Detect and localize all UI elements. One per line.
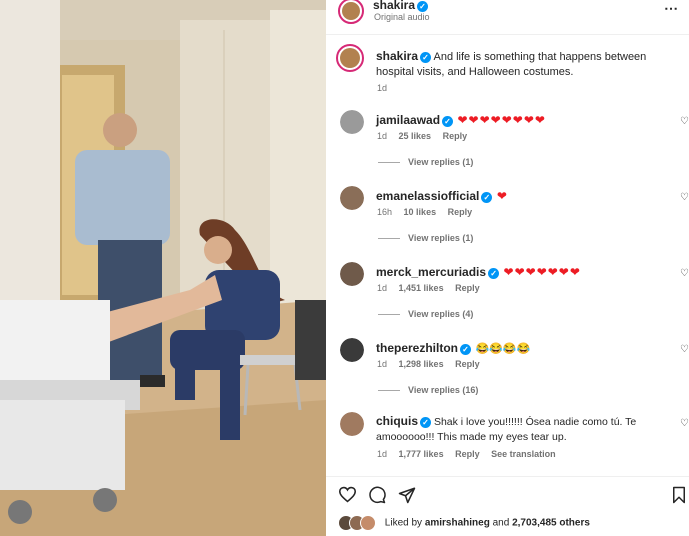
bookmark-icon[interactable] bbox=[672, 486, 686, 504]
caption: shakira ✓ And life is something that happ… bbox=[376, 49, 676, 80]
comment-body: emanelassiofficial ✓ ❤ bbox=[376, 187, 508, 205]
header-divider bbox=[326, 34, 689, 35]
comment-time: 1d bbox=[377, 359, 388, 369]
replies-line bbox=[378, 238, 400, 240]
liked-by-and: and bbox=[492, 517, 510, 529]
verified-badge-icon: ✓ bbox=[442, 116, 454, 127]
comment-likes[interactable]: 10 likes bbox=[404, 207, 437, 217]
comment-body: chiquis ✓ Shak i love you!!!!!! Ósea nadi… bbox=[376, 414, 676, 445]
verified-badge-icon: ✓ bbox=[420, 417, 432, 428]
caption-avatar[interactable] bbox=[336, 44, 364, 72]
view-replies-label[interactable]: View replies (16) bbox=[408, 385, 478, 395]
heart-outline-icon[interactable]: ♡ bbox=[680, 268, 689, 279]
liked-by-user[interactable]: amirshahineg bbox=[425, 518, 490, 529]
view-replies[interactable]: View replies (1) bbox=[378, 157, 473, 167]
liked-by: Liked by amirshahineg and 2,703,485 othe… bbox=[338, 515, 590, 531]
view-replies-label[interactable]: View replies (1) bbox=[408, 233, 473, 243]
replies-line bbox=[378, 162, 400, 164]
comment-body: merck_mercuriadis ✓ ❤❤❤❤❤❤❤ bbox=[376, 263, 581, 281]
comment-meta: 1d 1,298 likes Reply bbox=[377, 359, 489, 369]
comment-likes[interactable]: 1,451 likes bbox=[399, 283, 444, 293]
comment-text: 😂😂😂😂 bbox=[475, 343, 531, 355]
comment-likes[interactable]: 1,777 likes bbox=[399, 449, 444, 459]
ellipsis-icon[interactable]: ⋯ bbox=[664, 0, 678, 17]
paper-plane-icon[interactable] bbox=[398, 486, 416, 504]
reply-button[interactable]: Reply bbox=[455, 449, 480, 459]
comment-likes[interactable]: 1,298 likes bbox=[399, 359, 444, 369]
heart-outline-icon[interactable]: ♡ bbox=[680, 192, 689, 203]
liker-avatar[interactable] bbox=[360, 515, 376, 531]
liked-by-prefix: Liked by bbox=[384, 517, 423, 529]
verified-badge-icon: ✓ bbox=[417, 1, 429, 12]
heart-outline-icon[interactable]: ♡ bbox=[680, 344, 689, 355]
reply-button[interactable]: Reply bbox=[455, 283, 480, 293]
comment-username[interactable]: merck_mercuriadis bbox=[376, 265, 486, 279]
commenter-avatar[interactable] bbox=[340, 338, 364, 362]
comment-time: 1d bbox=[377, 449, 388, 459]
comment-username[interactable]: jamilaawad bbox=[376, 113, 440, 127]
comment-username[interactable]: theperezhilton bbox=[376, 341, 458, 355]
reply-button[interactable]: Reply bbox=[455, 359, 480, 369]
comment-meta: 1d 1,451 likes Reply bbox=[377, 283, 489, 293]
verified-badge-icon: ✓ bbox=[460, 344, 472, 355]
commenter-avatar[interactable] bbox=[340, 412, 364, 436]
view-replies[interactable]: View replies (16) bbox=[378, 385, 478, 395]
view-replies[interactable]: View replies (1) bbox=[378, 233, 473, 243]
comment-time: 16h bbox=[377, 207, 393, 217]
caption-username[interactable]: shakira bbox=[376, 49, 418, 63]
comment-text: ❤❤❤❤❤❤❤ bbox=[503, 265, 581, 279]
view-replies-label[interactable]: View replies (1) bbox=[408, 157, 473, 167]
commenter-avatar[interactable] bbox=[340, 186, 364, 210]
reply-button[interactable]: Reply bbox=[443, 131, 468, 141]
actions-divider bbox=[326, 476, 689, 477]
author-username[interactable]: shakira bbox=[373, 0, 415, 12]
audio-label[interactable]: Original audio bbox=[374, 12, 430, 22]
replies-line bbox=[378, 314, 400, 316]
comment-username[interactable]: chiquis bbox=[376, 414, 418, 428]
view-replies[interactable]: View replies (4) bbox=[378, 309, 473, 319]
verified-badge-icon: ✓ bbox=[488, 268, 500, 279]
heart-outline-icon[interactable] bbox=[338, 486, 357, 503]
comment-time: 1d bbox=[377, 283, 388, 293]
reply-button[interactable]: Reply bbox=[448, 207, 473, 217]
comment-likes[interactable]: 25 likes bbox=[399, 131, 432, 141]
verified-badge-icon: ✓ bbox=[481, 192, 493, 203]
heart-outline-icon[interactable]: ♡ bbox=[680, 418, 689, 429]
comment-bubble-icon[interactable] bbox=[368, 486, 386, 504]
comment-username[interactable]: emanelassiofficial bbox=[376, 189, 479, 203]
comment-body: theperezhilton ✓ 😂😂😂😂 bbox=[376, 339, 530, 357]
comment-text: ❤ bbox=[496, 189, 508, 203]
comment-meta: 16h 10 likes Reply bbox=[377, 207, 481, 217]
view-replies-label[interactable]: View replies (4) bbox=[408, 309, 473, 319]
comment-time: 1d bbox=[377, 131, 388, 141]
post-media[interactable] bbox=[0, 0, 326, 536]
comment-meta: 1d 1,777 likes Reply See translation bbox=[377, 449, 565, 459]
verified-badge-icon: ✓ bbox=[420, 52, 432, 63]
comment-body: jamilaawad ✓ ❤❤❤❤❤❤❤❤ bbox=[376, 111, 546, 129]
commenter-avatar[interactable] bbox=[340, 110, 364, 134]
see-translation-button[interactable]: See translation bbox=[491, 449, 556, 459]
heart-outline-icon[interactable]: ♡ bbox=[680, 116, 689, 127]
author-avatar[interactable] bbox=[338, 0, 364, 24]
post-photo bbox=[0, 0, 326, 536]
liked-by-count[interactable]: 2,703,485 others bbox=[512, 518, 590, 529]
replies-line bbox=[378, 390, 400, 392]
caption-time: 1d bbox=[377, 83, 388, 93]
comment-text: ❤❤❤❤❤❤❤❤ bbox=[457, 113, 546, 127]
commenter-avatar[interactable] bbox=[340, 262, 364, 286]
post-panel: shakira ✓ Original audio ⋯ shakira ✓ And l… bbox=[326, 0, 689, 536]
comment-meta: 1d 25 likes Reply bbox=[377, 131, 476, 141]
